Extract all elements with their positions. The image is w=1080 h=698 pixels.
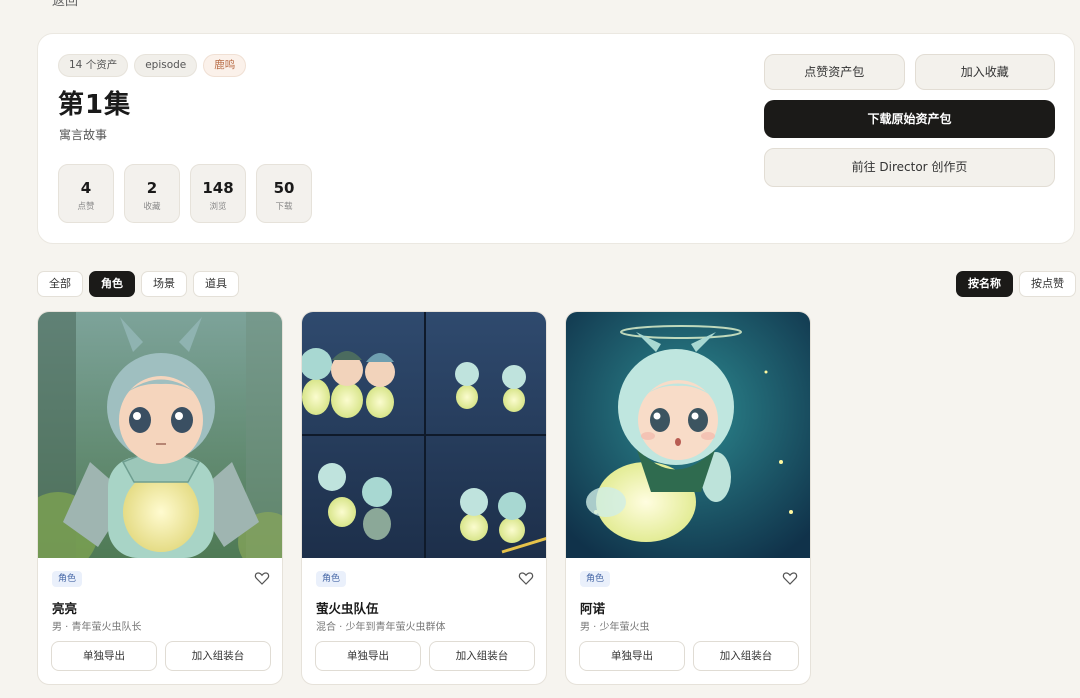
asset-card[interactable]: 角色 萤火虫队伍 混合 · 少年到青年萤火虫群体 单独导出 加入组装台 bbox=[301, 311, 547, 685]
page-subtitle: 寓言故事 bbox=[59, 128, 108, 142]
stat-label: 收藏 bbox=[143, 202, 161, 212]
stat-label: 下载 bbox=[275, 202, 293, 212]
filter-prop[interactable]: 道具 bbox=[193, 271, 239, 297]
stat-favorites: 2 收藏 bbox=[124, 164, 180, 223]
back-link[interactable]: 返回 bbox=[52, 0, 78, 9]
asset-name: 阿诺 bbox=[580, 601, 606, 616]
add-to-assembly-button[interactable]: 加入组装台 bbox=[429, 641, 535, 671]
export-button[interactable]: 单独导出 bbox=[51, 641, 157, 671]
category-tag: 角色 bbox=[52, 571, 83, 587]
asset-grid: 角色 亮亮 男 · 青年萤火虫队长 单独导出 加入组装台 角色 萤火虫队伍 混合… bbox=[37, 311, 811, 685]
stat-value: 148 bbox=[202, 179, 234, 197]
header-actions: 点赞资产包 加入收藏 下载原始资产包 前往 Director 创作页 bbox=[764, 54, 1055, 187]
stats-row: 4 点赞 2 收藏 148 浏览 50 下载 bbox=[58, 164, 312, 223]
meta-pills: 14 个资产 episode 鹿鸣 bbox=[58, 54, 247, 77]
sort-options: 按名称 按点赞 bbox=[956, 271, 1076, 297]
like-pack-button[interactable]: 点赞资产包 bbox=[764, 54, 905, 90]
sort-by-likes[interactable]: 按点赞 bbox=[1019, 271, 1076, 297]
stat-likes: 4 点赞 bbox=[58, 164, 114, 223]
download-pack-button[interactable]: 下载原始资产包 bbox=[764, 100, 1055, 138]
stat-value: 50 bbox=[273, 179, 295, 197]
stat-value: 2 bbox=[146, 179, 158, 197]
asset-name: 萤火虫队伍 bbox=[316, 601, 379, 616]
asset-card[interactable]: 角色 亮亮 男 · 青年萤火虫队长 单独导出 加入组装台 bbox=[37, 311, 283, 685]
author-pill[interactable]: 鹿鸣 bbox=[203, 54, 247, 77]
asset-description: 男 · 少年萤火虫 bbox=[580, 622, 650, 633]
asset-description: 男 · 青年萤火虫队长 bbox=[52, 622, 142, 633]
page-title: 第1集 bbox=[58, 90, 132, 120]
favorite-button[interactable]: 加入收藏 bbox=[914, 54, 1055, 90]
asset-name: 亮亮 bbox=[52, 601, 78, 616]
filter-character[interactable]: 角色 bbox=[89, 271, 135, 297]
asset-count-pill: 14 个资产 bbox=[58, 54, 129, 77]
add-to-assembly-button[interactable]: 加入组装台 bbox=[165, 641, 271, 671]
filter-scene[interactable]: 场景 bbox=[141, 271, 187, 297]
stat-views: 148 浏览 bbox=[190, 164, 246, 223]
stat-value: 4 bbox=[80, 179, 92, 197]
director-link-button[interactable]: 前往 Director 创作页 bbox=[764, 148, 1055, 187]
character-thumbnail[interactable] bbox=[38, 312, 283, 558]
asset-description: 混合 · 少年到青年萤火虫群体 bbox=[316, 622, 446, 633]
stat-label: 浏览 bbox=[209, 202, 227, 212]
category-filters: 全部 角色 场景 道具 bbox=[37, 271, 239, 297]
stat-downloads: 50 下载 bbox=[256, 164, 312, 223]
character-thumbnail[interactable] bbox=[302, 312, 547, 558]
character-thumbnail[interactable] bbox=[566, 312, 811, 558]
type-pill: episode bbox=[134, 54, 198, 77]
heart-icon[interactable] bbox=[518, 570, 534, 586]
category-tag: 角色 bbox=[316, 571, 347, 587]
heart-icon[interactable] bbox=[254, 570, 270, 586]
filter-all[interactable]: 全部 bbox=[37, 271, 83, 297]
export-button[interactable]: 单独导出 bbox=[315, 641, 421, 671]
sort-by-name[interactable]: 按名称 bbox=[956, 271, 1013, 297]
heart-icon[interactable] bbox=[782, 570, 798, 586]
stat-label: 点赞 bbox=[77, 202, 95, 212]
category-tag: 角色 bbox=[580, 571, 611, 587]
asset-pack-header: 14 个资产 episode 鹿鸣 第1集 寓言故事 4 点赞 2 收藏 148… bbox=[37, 33, 1075, 244]
export-button[interactable]: 单独导出 bbox=[579, 641, 685, 671]
asset-card[interactable]: 角色 阿诺 男 · 少年萤火虫 单独导出 加入组装台 bbox=[565, 311, 811, 685]
add-to-assembly-button[interactable]: 加入组装台 bbox=[693, 641, 799, 671]
